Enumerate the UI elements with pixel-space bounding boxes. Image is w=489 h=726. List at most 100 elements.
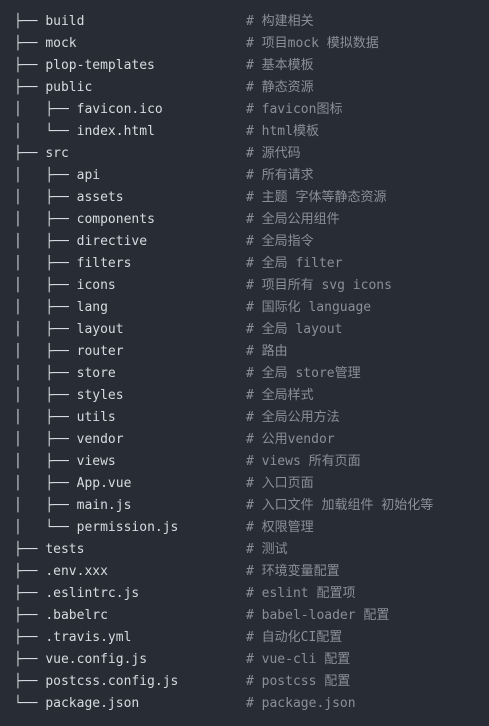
tree-connector: │ ├── — [14, 168, 77, 183]
tree-branch: │ ├── assets — [14, 187, 246, 209]
file-comment: # vue-cli 配置 — [246, 652, 351, 667]
file-name: components — [76, 212, 155, 227]
file-comment: # babel-loader 配置 — [246, 608, 390, 623]
tree-connector: │ ├── — [14, 322, 77, 337]
tree-row: │ ├── filters # 全局 filter — [14, 253, 489, 275]
tree-connector: ├── — [14, 674, 46, 689]
tree-branch: │ ├── lang — [14, 297, 246, 319]
file-comment: # 全局 store管理 — [246, 366, 361, 381]
tree-row: └── package.json # package.json — [14, 693, 489, 715]
tree-branch: ├── .env.xxx — [14, 561, 246, 583]
tree-branch: └── package.json — [14, 693, 246, 715]
file-name: src — [45, 146, 69, 161]
tree-branch: ├── .travis.yml — [14, 627, 246, 649]
file-name: vendor — [76, 432, 124, 447]
tree-connector: ├── — [14, 36, 46, 51]
tree-branch: │ └── index.html — [14, 121, 246, 143]
file-name: index.html — [76, 124, 155, 139]
tree-row: │ ├── lang # 国际化 language — [14, 297, 489, 319]
file-name: router — [76, 344, 124, 359]
tree-branch: │ ├── icons — [14, 275, 246, 297]
file-name: package.json — [45, 696, 140, 711]
file-comment: # views 所有页面 — [246, 454, 361, 469]
tree-row: ├── build # 构建相关 — [14, 11, 489, 33]
file-comment: # package.json — [246, 696, 356, 711]
tree-branch: │ ├── api — [14, 165, 246, 187]
tree-row: │ ├── favicon.ico # favicon图标 — [14, 99, 489, 121]
tree-branch: │ ├── store — [14, 363, 246, 385]
tree-row: ├── .eslintrc.js # eslint 配置项 — [14, 583, 489, 605]
tree-branch: ├── postcss.config.js — [14, 671, 246, 693]
tree-row: │ ├── main.js # 入口文件 加载组件 初始化等 — [14, 495, 489, 517]
tree-branch: │ ├── components — [14, 209, 246, 231]
tree-connector: ├── — [14, 80, 46, 95]
tree-branch: ├── src — [14, 143, 246, 165]
tree-connector: ├── — [14, 630, 46, 645]
tree-connector: └── — [14, 696, 46, 711]
tree-branch: ├── vue.config.js — [14, 649, 246, 671]
tree-row: │ ├── utils # 全局公用方法 — [14, 407, 489, 429]
tree-branch: │ ├── router — [14, 341, 246, 363]
file-name: api — [76, 168, 101, 183]
tree-connector: │ ├── — [14, 234, 77, 249]
tree-row: │ ├── icons # 项目所有 svg icons — [14, 275, 489, 297]
tree-branch: ├── public — [14, 77, 246, 99]
file-name: main.js — [76, 498, 132, 513]
file-comment: # 测试 — [246, 542, 288, 557]
tree-branch: │ ├── directive — [14, 231, 246, 253]
tree-connector: │ ├── — [14, 102, 77, 117]
file-name: build — [45, 14, 85, 29]
tree-row: ├── postcss.config.js # postcss 配置 — [14, 671, 489, 693]
file-comment: # 构建相关 — [246, 14, 314, 29]
tree-row: ├── src # 源代码 — [14, 143, 489, 165]
tree-row: ├── .travis.yml # 自动化CI配置 — [14, 627, 489, 649]
tree-row: │ ├── api # 所有请求 — [14, 165, 489, 187]
tree-connector: ├── — [14, 14, 46, 29]
file-name: lang — [76, 300, 108, 315]
file-name: filters — [76, 256, 132, 271]
tree-connector: │ ├── — [14, 190, 77, 205]
tree-connector: │ ├── — [14, 498, 77, 513]
tree-row: │ ├── App.vue # 入口页面 — [14, 473, 489, 495]
tree-connector: ├── — [14, 652, 46, 667]
file-name: permission.js — [76, 520, 179, 535]
file-name: mock — [45, 36, 77, 51]
file-comment: # 全局 layout — [246, 322, 343, 337]
tree-branch: ├── build — [14, 11, 246, 33]
file-comment: # 入口页面 — [246, 476, 314, 491]
file-name: favicon.ico — [76, 102, 163, 117]
tree-connector: │ ├── — [14, 256, 77, 271]
tree-row: │ ├── vendor # 公用vendor — [14, 429, 489, 451]
tree-connector: ├── — [14, 564, 46, 579]
tree-row: ├── mock # 项目mock 模拟数据 — [14, 33, 489, 55]
file-comment: # favicon图标 — [246, 102, 343, 117]
file-comment: # 权限管理 — [246, 520, 314, 535]
file-name: .eslintrc.js — [45, 586, 140, 601]
tree-row: ├── vue.config.js # vue-cli 配置 — [14, 649, 489, 671]
tree-connector: │ └── — [14, 520, 77, 535]
file-name: views — [76, 454, 116, 469]
tree-branch: │ ├── App.vue — [14, 473, 246, 495]
tree-connector: ├── — [14, 542, 46, 557]
tree-connector: │ ├── — [14, 366, 77, 381]
file-comment: # 全局样式 — [246, 388, 314, 403]
tree-branch: ├── tests — [14, 539, 246, 561]
tree-row: ├── .env.xxx # 环境变量配置 — [14, 561, 489, 583]
file-comment: # 所有请求 — [246, 168, 314, 183]
tree-branch: │ ├── styles — [14, 385, 246, 407]
file-name: .env.xxx — [45, 564, 108, 579]
file-comment: # eslint 配置项 — [246, 586, 356, 601]
tree-connector: │ ├── — [14, 300, 77, 315]
file-comment: # 静态资源 — [246, 80, 314, 95]
directory-tree: ├── build # 构建相关 ├── mock # 项目mock 模拟数据 ├── … — [14, 11, 489, 715]
tree-row: │ └── permission.js # 权限管理 — [14, 517, 489, 539]
tree-row: │ ├── store # 全局 store管理 — [14, 363, 489, 385]
file-comment: # 公用vendor — [246, 432, 335, 447]
tree-connector: │ ├── — [14, 344, 77, 359]
file-name: plop-templates — [45, 58, 155, 73]
file-name: App.vue — [76, 476, 132, 491]
tree-row: │ ├── components # 全局公用组件 — [14, 209, 489, 231]
tree-row: │ ├── router # 路由 — [14, 341, 489, 363]
file-comment: # 项目所有 svg icons — [246, 278, 392, 293]
file-comment: # postcss 配置 — [246, 674, 351, 689]
